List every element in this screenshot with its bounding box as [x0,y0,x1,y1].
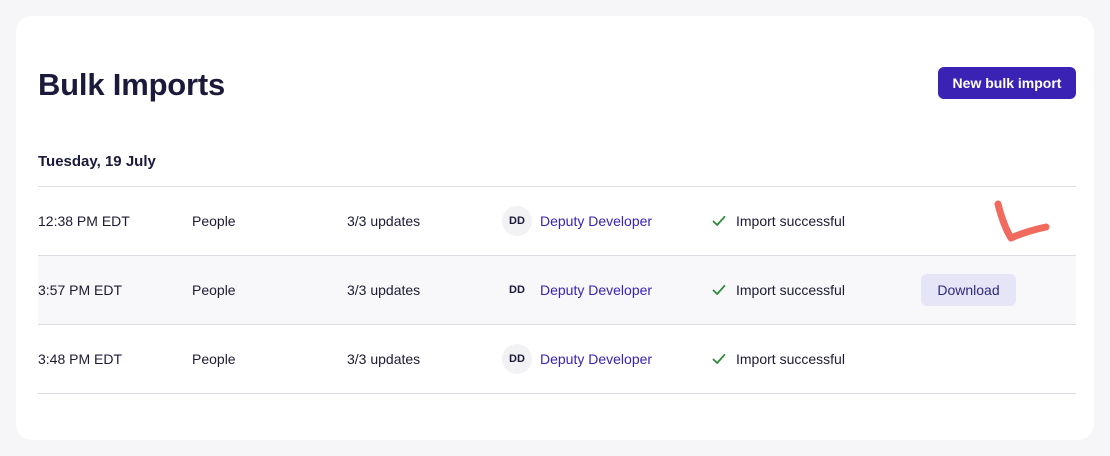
new-bulk-import-button[interactable]: New bulk import [938,67,1076,99]
avatar: DD [502,206,532,236]
row-action: Download [921,274,1016,306]
import-user: DD Deputy Developer [502,256,652,324]
status-text: Import successful [736,351,845,367]
imports-table: 12:38 PM EDT People 3/3 updates DD Deput… [38,186,1076,394]
bulk-imports-card: Bulk Imports New bulk import Tuesday, 19… [16,16,1094,440]
import-status: Import successful [712,325,845,393]
import-status: Import successful [712,256,845,324]
table-row[interactable]: 12:38 PM EDT People 3/3 updates DD Deput… [38,187,1076,256]
import-status: Import successful [712,187,845,255]
user-link[interactable]: Deputy Developer [540,187,652,255]
avatar: DD [509,284,525,296]
import-user: DD Deputy Developer [502,325,652,393]
import-type: People [192,213,236,229]
avatar: DD [502,344,532,374]
import-time: 3:48 PM EDT [38,351,123,367]
import-type: People [192,351,236,367]
check-icon [712,284,726,295]
import-type: People [192,282,236,298]
user-link[interactable]: Deputy Developer [540,325,652,393]
import-time: 12:38 PM EDT [38,213,130,229]
check-icon [712,215,726,226]
import-user: DD Deputy Developer [502,187,652,255]
status-text: Import successful [736,213,845,229]
page-header: Bulk Imports New bulk import [38,67,1076,102]
import-time: 3:57 PM EDT [38,282,123,298]
table-row[interactable]: 3:57 PM EDT People 3/3 updates DD Deputy… [38,256,1076,325]
status-text: Import successful [736,282,845,298]
red-checkmark-annotation [994,200,1050,242]
import-updates: 3/3 updates [347,213,421,229]
check-icon [712,353,726,364]
import-updates: 3/3 updates [347,351,421,367]
date-group-heading: Tuesday, 19 July [38,153,156,170]
user-link[interactable]: Deputy Developer [540,256,652,324]
import-updates: 3/3 updates [347,282,421,298]
page-title: Bulk Imports [38,67,226,102]
table-row[interactable]: 3:48 PM EDT People 3/3 updates DD Deputy… [38,325,1076,394]
download-button[interactable]: Download [921,274,1016,306]
